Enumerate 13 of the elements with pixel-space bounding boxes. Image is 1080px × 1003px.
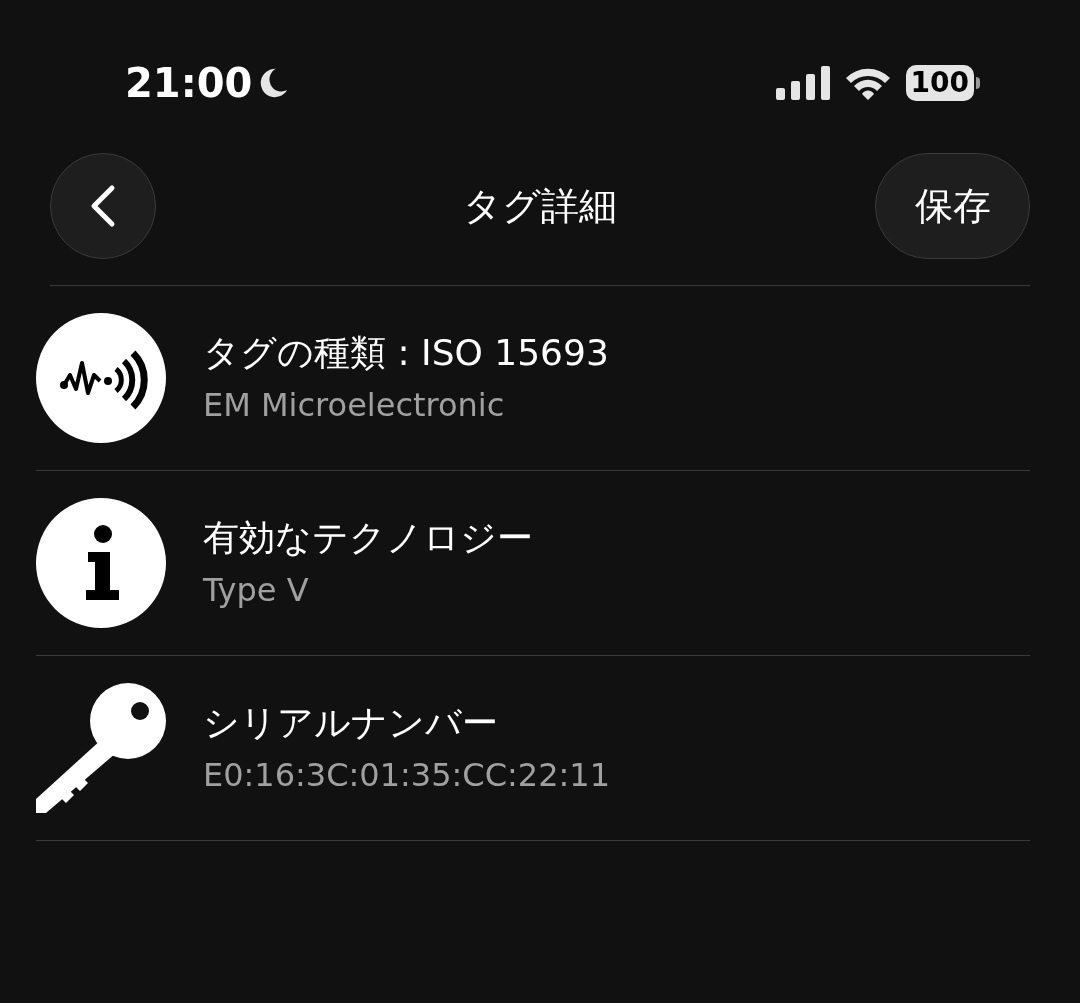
row-subtitle: Type V (203, 574, 310, 606)
row-title: シリアルナンバー (203, 705, 499, 741)
info-icon (36, 498, 166, 628)
page-title: タグ詳細 (462, 187, 618, 225)
row-subtitle: E0:16:3C:01:35:CC:22:11 (203, 759, 611, 791)
row-title: 有効なテクノロジー (203, 520, 533, 556)
key-icon (36, 683, 166, 813)
signal-icon (775, 66, 830, 100)
save-button[interactable]: 保存 (875, 153, 1030, 259)
nfc-signal-icon (36, 313, 166, 443)
row-subtitle: EM Microelectronic (203, 389, 506, 421)
row-title: タグの種類 : ISO 15693 (203, 335, 609, 371)
status-time: 21:00 (125, 63, 253, 103)
